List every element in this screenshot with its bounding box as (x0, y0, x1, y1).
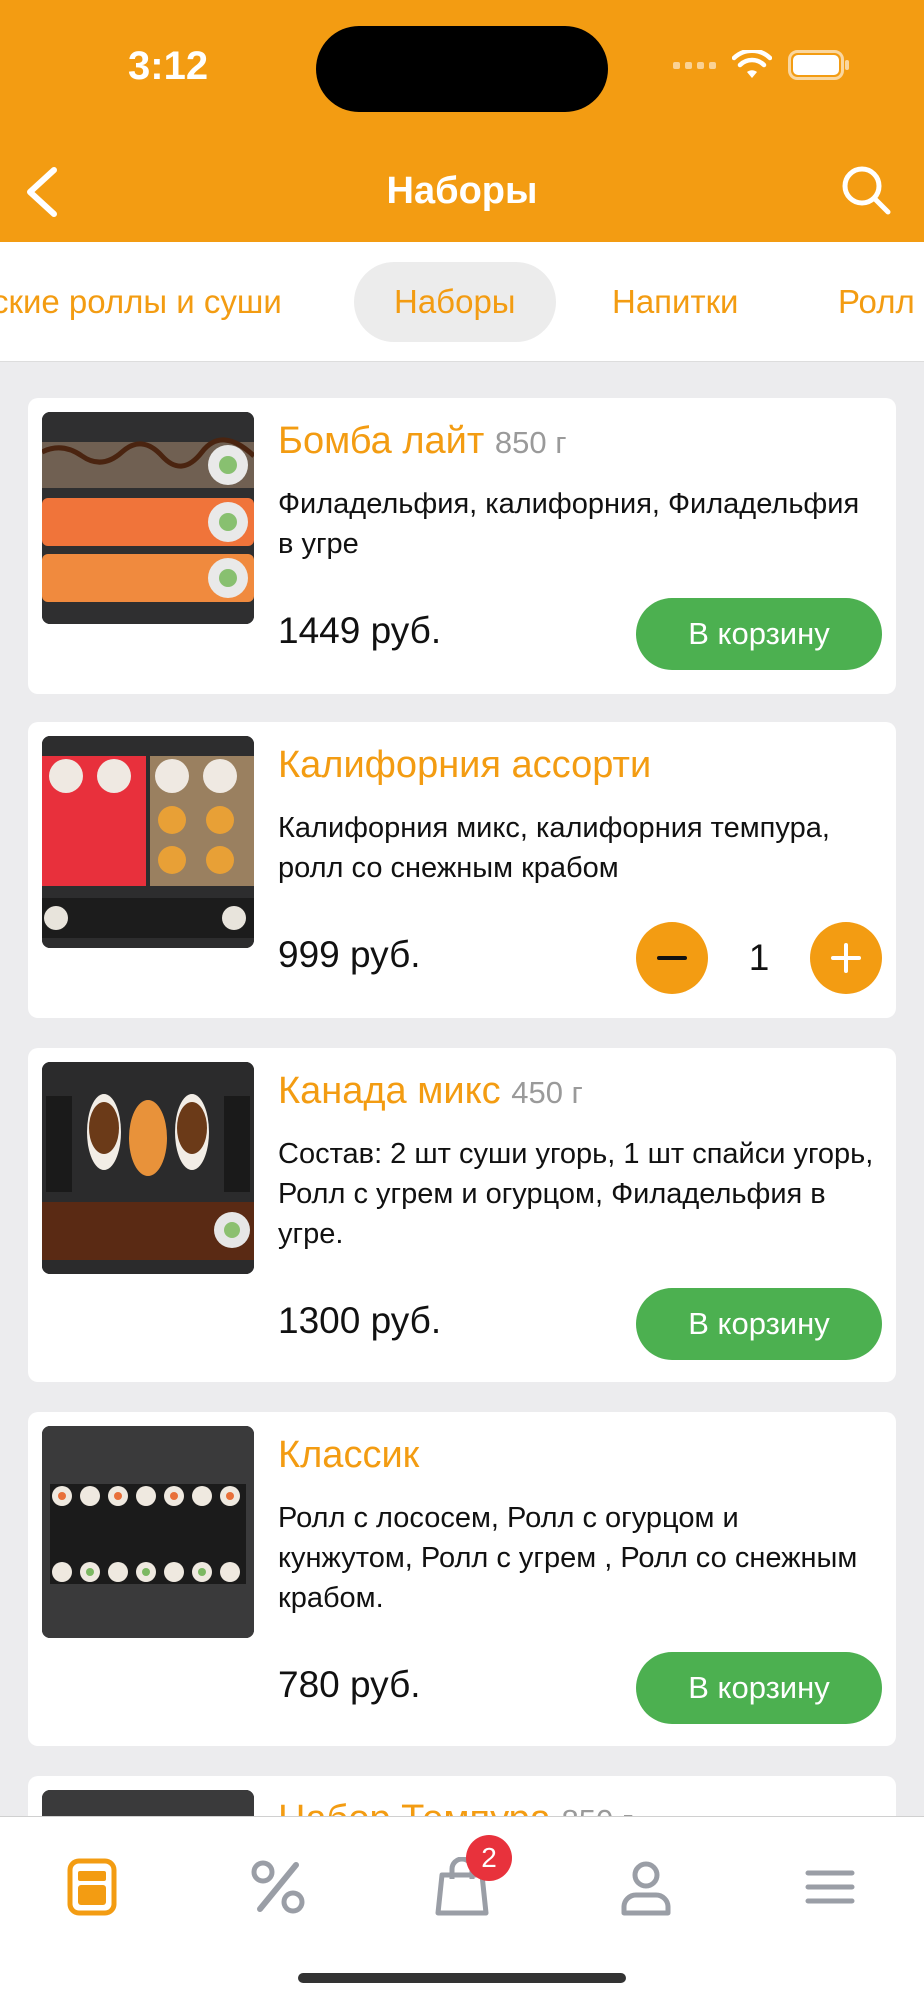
category-tab-drinks[interactable]: Напитки (612, 262, 738, 342)
product-image (42, 412, 254, 624)
add-to-cart-button[interactable]: В корзину (636, 1652, 882, 1724)
product-weight: 850 г (494, 425, 567, 460)
product-title: Набор Темпура 850 г (278, 1798, 633, 1816)
product-title: Калифорния ассорти (278, 744, 651, 787)
status-icons (673, 50, 850, 80)
percent-promo-icon[interactable] (248, 1857, 308, 1917)
product-price: 1300 руб. (278, 1300, 442, 1341)
product-image (42, 1426, 254, 1638)
product-title: Классик (278, 1434, 419, 1477)
page-title: Наборы (386, 170, 538, 212)
product-image (42, 736, 254, 948)
decrease-button[interactable] (636, 922, 708, 994)
product-description: Ролл с лососем, Ролл с огурцом и кунжуто… (278, 1502, 858, 1614)
category-tabs: ские роллы и суши Наборы Напитки Ролл (0, 242, 924, 362)
app-header: 3:12 Наборы (0, 0, 924, 242)
cart-count-badge: 2 (466, 1835, 512, 1881)
battery-icon (788, 50, 849, 80)
product-image (42, 1790, 254, 1816)
minus-icon (657, 956, 687, 960)
category-tab-sets[interactable]: Наборы (354, 262, 556, 342)
signal-icon (673, 61, 716, 69)
product-description: Состав: 2 шт суши угорь, 1 шт спайси уго… (278, 1138, 874, 1250)
product-card[interactable]: Калифорния ассорти Калифорния микс, кали… (28, 722, 896, 1018)
search-icon[interactable] (840, 164, 892, 216)
product-price: 1449 руб. (278, 610, 442, 651)
product-card[interactable]: Бомба лайт 850 г Филадельфия, калифорния… (28, 398, 896, 694)
menu-catalog-icon[interactable] (62, 1857, 122, 1917)
product-description: Калифорния микс, калифорния темпура, рол… (278, 812, 830, 884)
plus-icon (831, 943, 861, 973)
dynamic-island (316, 26, 608, 112)
product-title: Бомба лайт 850 г (278, 420, 567, 463)
product-title: Канада микс 450 г (278, 1070, 583, 1113)
product-card[interactable]: Набор Темпура 850 г (28, 1776, 896, 1816)
product-name: Калифорния ассорти (278, 744, 652, 786)
product-name: Классик (278, 1434, 420, 1476)
wifi-icon (732, 50, 772, 78)
category-tab-rolls-sushi[interactable]: ские роллы и суши (0, 262, 282, 342)
add-to-cart-button[interactable]: В корзину (636, 1288, 882, 1360)
product-card[interactable]: Классик Ролл с лососем, Ролл с огурцом и… (28, 1412, 896, 1746)
product-list: Бомба лайт 850 г Филадельфия, калифорния… (0, 362, 924, 1816)
bottom-tab-bar: 2 (0, 1816, 924, 2000)
product-price: 780 руб. (278, 1664, 421, 1705)
increase-button[interactable] (810, 922, 882, 994)
product-price: 999 руб. (278, 934, 421, 975)
product-name: Набор Темпура (278, 1798, 551, 1816)
add-to-cart-button[interactable]: В корзину (636, 598, 882, 670)
hamburger-menu-icon[interactable] (800, 1857, 860, 1917)
product-weight: 450 г (511, 1075, 583, 1110)
category-tab-rolls[interactable]: Ролл (838, 262, 915, 342)
profile-icon[interactable] (616, 1857, 676, 1917)
product-name: Бомба лайт (278, 420, 485, 462)
product-card[interactable]: Канада микс 450 г Состав: 2 шт суши угор… (28, 1048, 896, 1382)
home-indicator (298, 1973, 626, 1983)
product-description: Филадельфия, калифорния, Филадельфия в у… (278, 488, 860, 560)
product-image (42, 1062, 254, 1274)
quantity-value: 1 (748, 937, 770, 978)
quantity-stepper: 1 (636, 922, 882, 994)
product-weight: 850 г (561, 1803, 633, 1816)
status-time: 3:12 (128, 44, 209, 88)
product-name: Канада микс (278, 1070, 501, 1112)
